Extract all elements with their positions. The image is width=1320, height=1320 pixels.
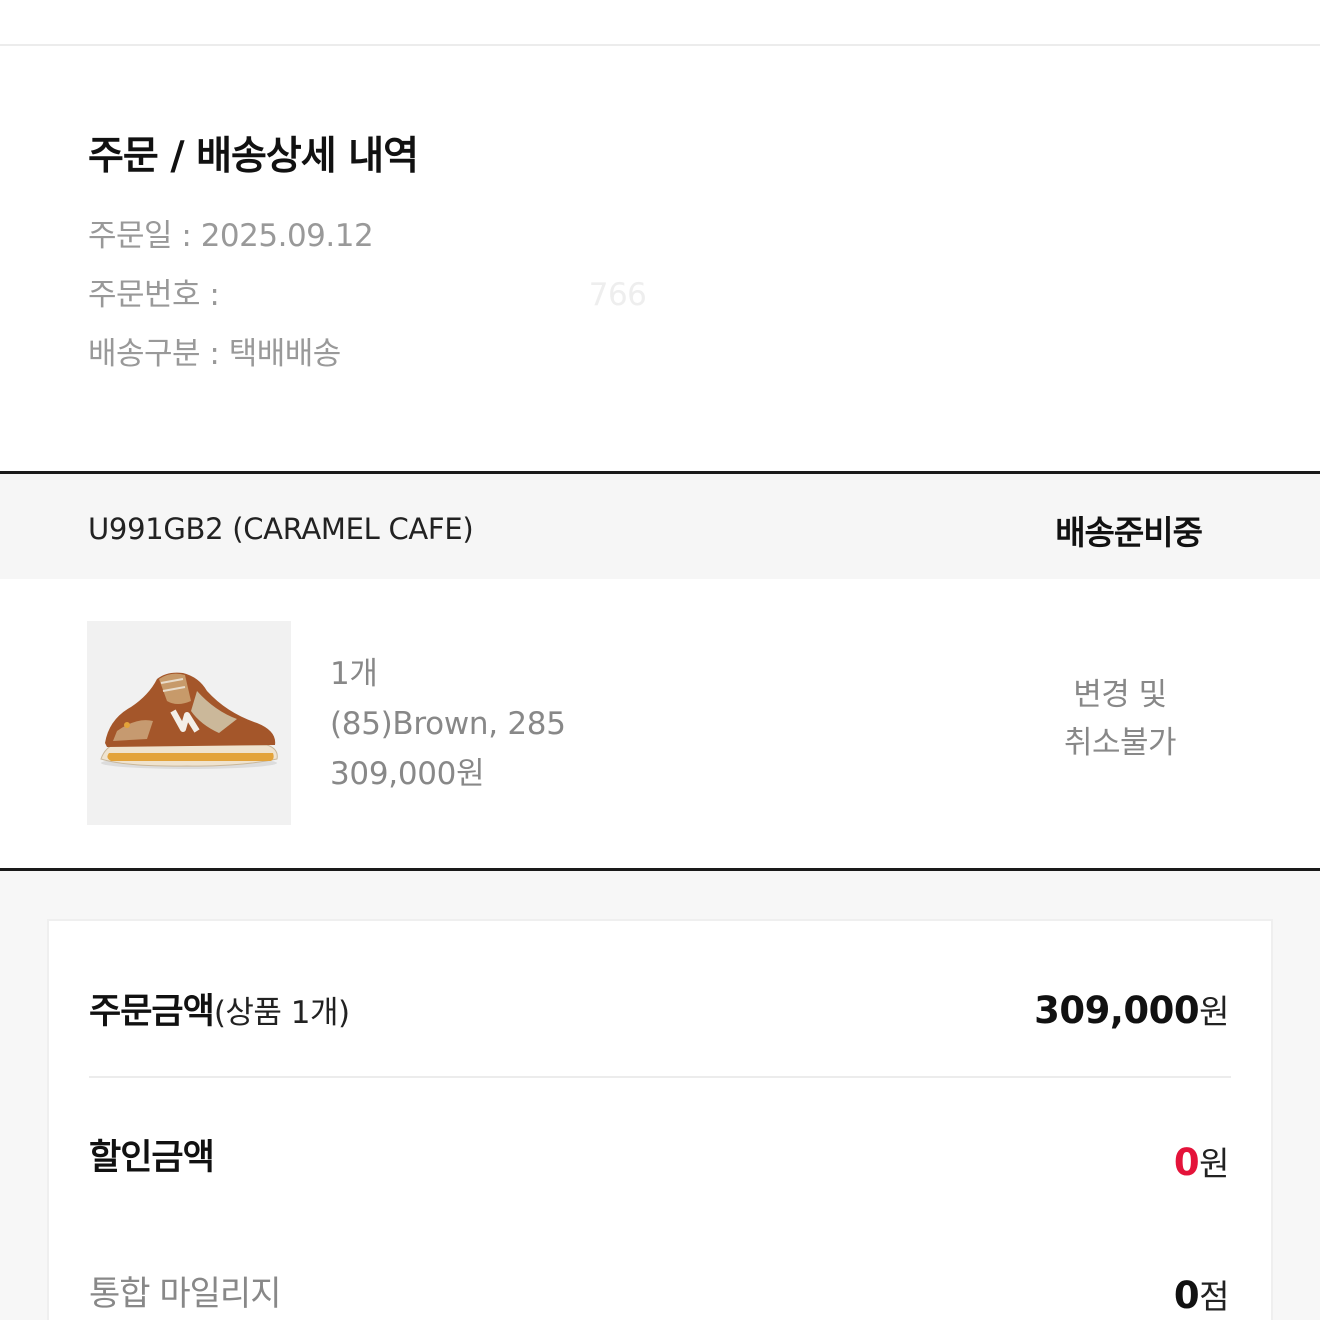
item-info: 1개 (85)Brown, 285 309,000원 <box>330 649 566 799</box>
order-amount-value: 309,000원 <box>1034 985 1229 1033</box>
summary-divider <box>89 1076 1231 1078</box>
item-detail: 1개 (85)Brown, 285 309,000원 변경 및 취소불가 <box>0 579 1320 871</box>
order-number-label: 주문번호 : <box>88 277 229 313</box>
item-option: (85)Brown, 285 <box>330 706 566 742</box>
mileage-label: 통합 마일리지 <box>89 1274 281 1314</box>
product-thumbnail[interactable] <box>87 621 291 825</box>
delivery-type: 배송구분 : 택배배송 <box>88 336 341 372</box>
mileage-unit: 점 <box>1199 1277 1229 1316</box>
order-amount-title: 주문금액 <box>89 992 215 1032</box>
product-name[interactable]: U991GB2 (CARAMEL CAFE) <box>88 512 474 546</box>
order-amount-unit: 원 <box>1199 992 1229 1031</box>
item-price: 309,000원 <box>330 756 485 792</box>
order-number-tail: 766 <box>588 277 647 313</box>
mileage-number: 0 <box>1173 1274 1200 1317</box>
discount-unit: 원 <box>1199 1144 1229 1183</box>
order-header: 주문 / 배송상세 내역 <box>88 125 419 181</box>
discount-value: 0원 <box>1173 1137 1230 1185</box>
item-quantity: 1개 <box>330 656 378 692</box>
order-date: 주문일 : 2025.09.12 <box>88 218 374 254</box>
order-number-mask <box>228 281 589 312</box>
cancel-notice: 변경 및 취소불가 <box>1010 671 1230 767</box>
payment-summary-card: 주문금액(상품 1개) 309,000원 할인금액 0원 통합 마일리지 0점 <box>47 919 1273 1320</box>
order-amount-count: (상품 1개) <box>213 995 350 1031</box>
mileage-value: 0점 <box>1173 1270 1230 1318</box>
item-header: U991GB2 (CARAMEL CAFE) 배송준비중 <box>0 471 1320 579</box>
page-title: 주문 / 배송상세 내역 <box>88 134 419 179</box>
cancel-notice-line1: 변경 및 <box>1073 677 1167 713</box>
order-amount-label: 주문금액(상품 1개) <box>89 983 350 1034</box>
discount-label: 할인금액 <box>89 1138 215 1178</box>
sneaker-image <box>100 672 278 769</box>
order-number: 주문번호 : 766 <box>88 269 647 314</box>
cancel-notice-line2: 취소불가 <box>1063 725 1177 761</box>
order-amount-number: 309,000 <box>1034 989 1200 1032</box>
discount-number: 0 <box>1173 1141 1200 1184</box>
delivery-status: 배송준비중 <box>1055 513 1203 552</box>
top-bar <box>0 0 1320 46</box>
